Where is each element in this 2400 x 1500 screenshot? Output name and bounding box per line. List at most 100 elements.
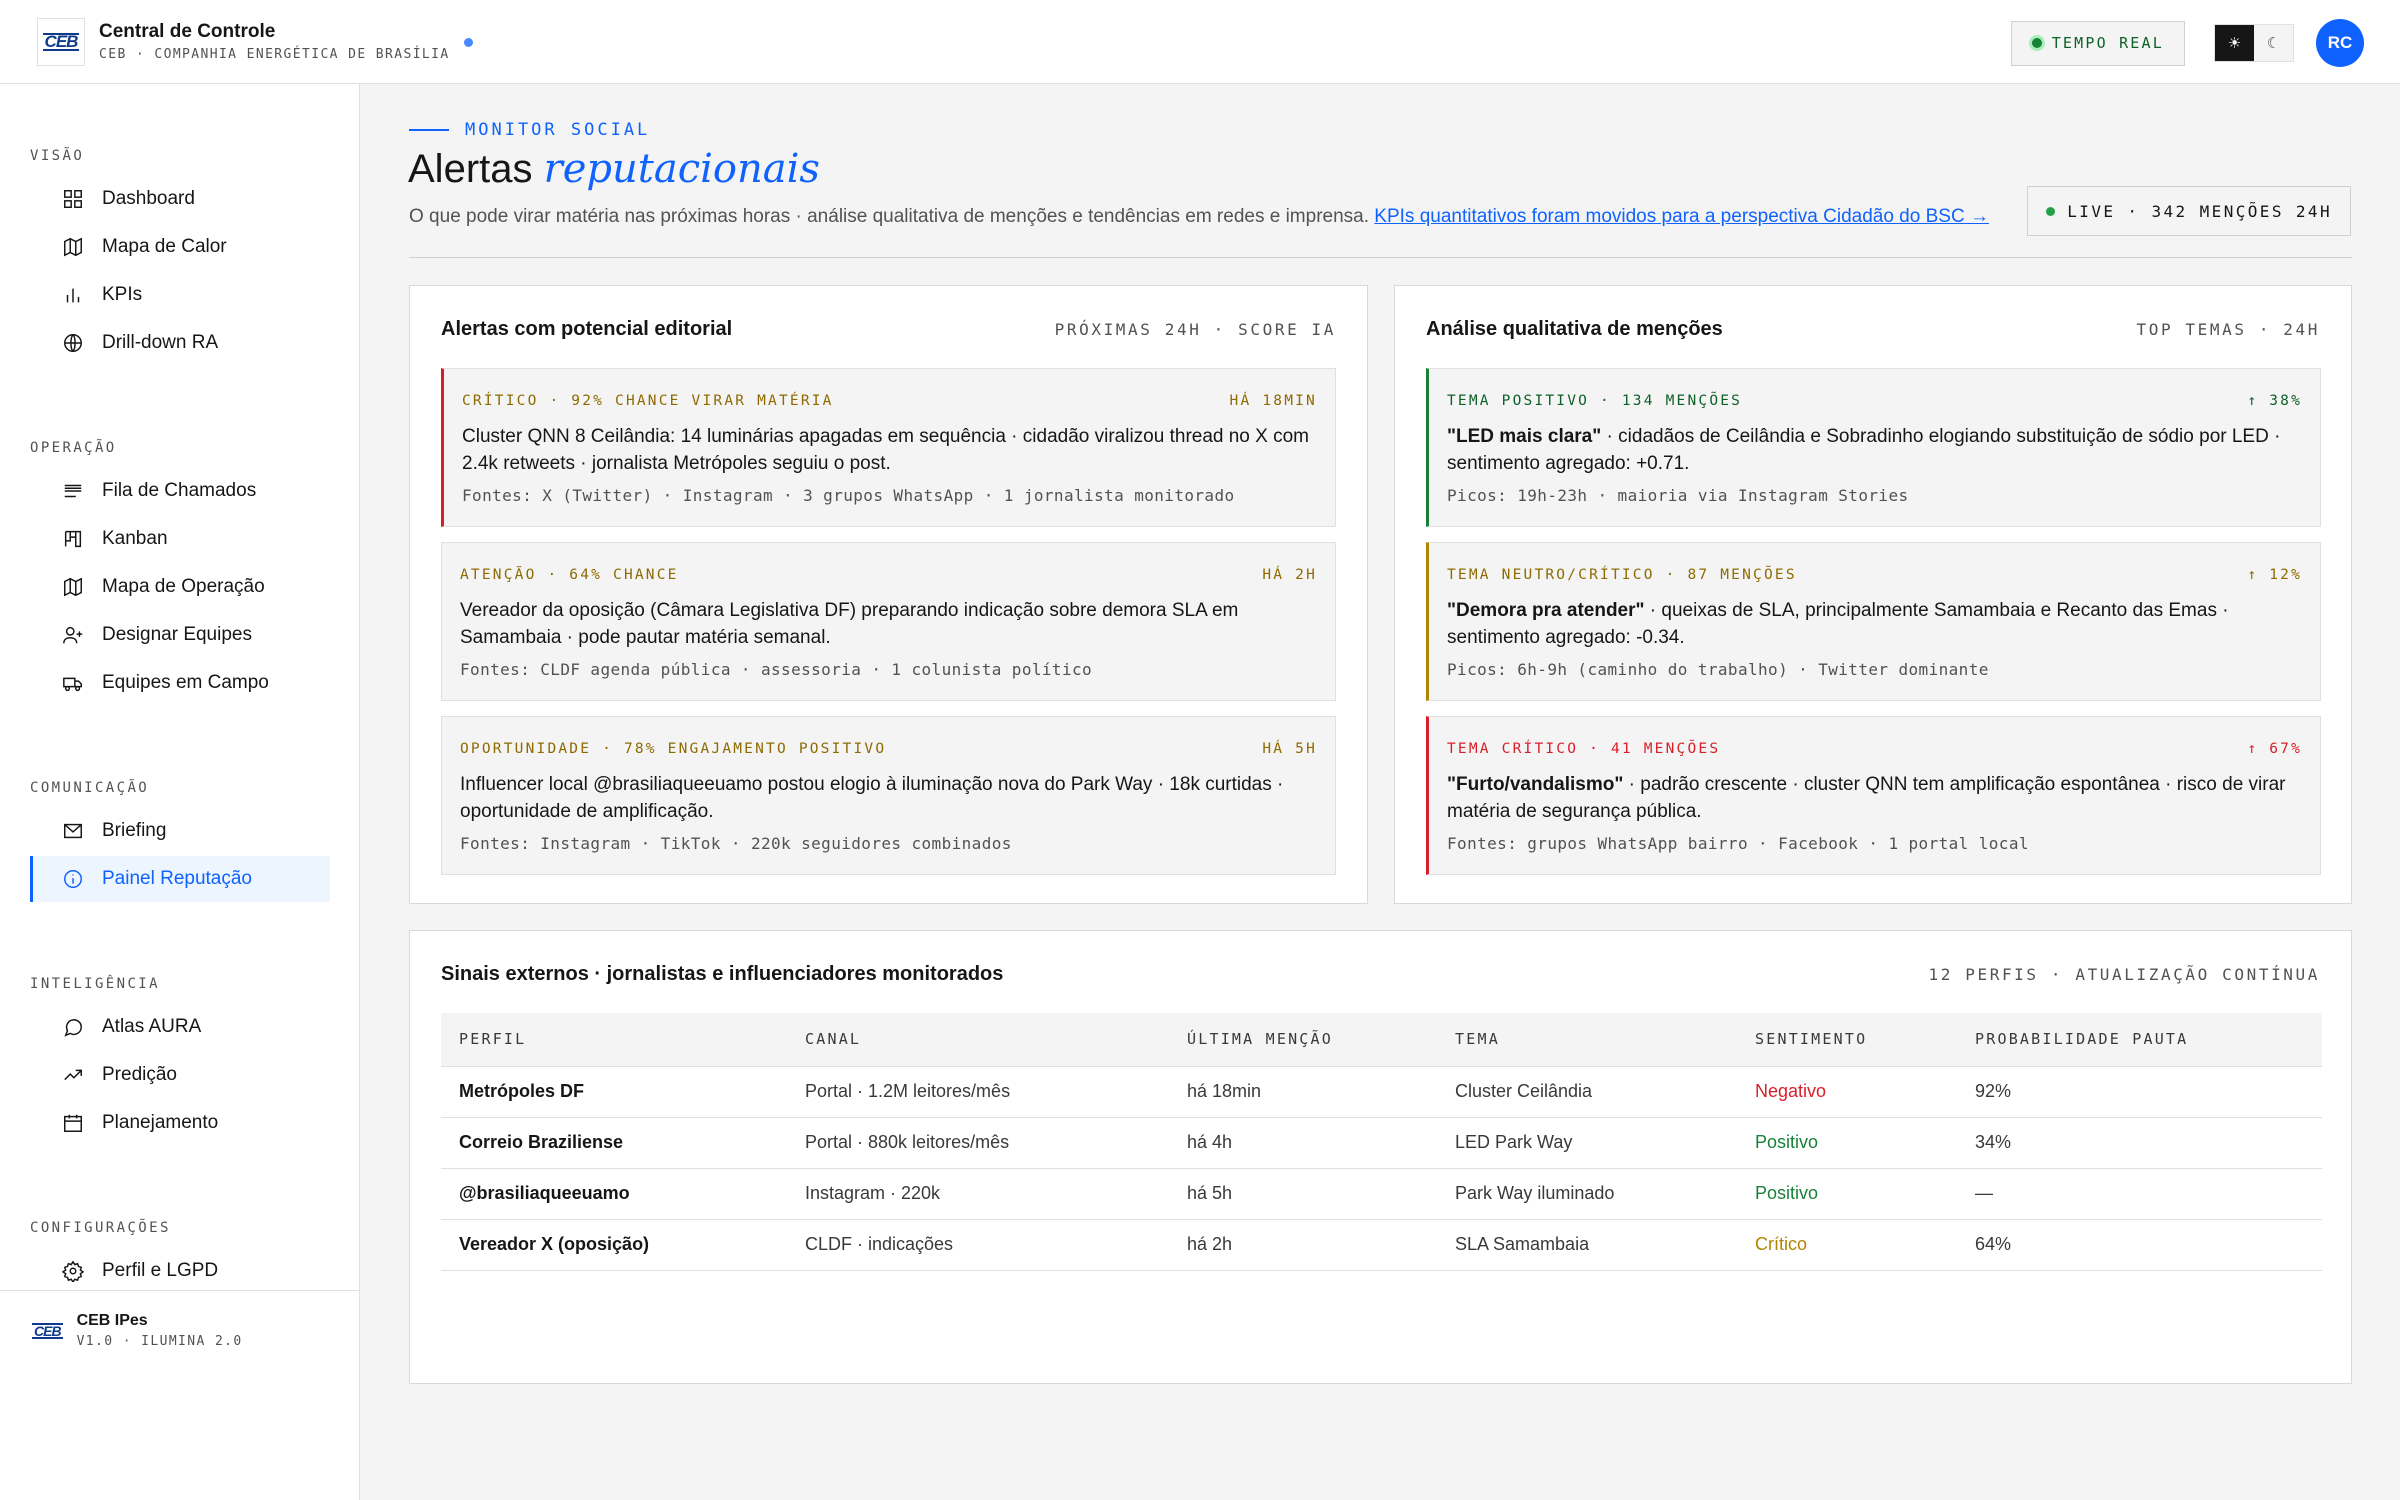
sidebar-item-label: Mapa de Operação: [102, 576, 265, 597]
cell-ultima: há 4h: [1169, 1117, 1437, 1169]
sidebar-item-label: Planejamento: [102, 1112, 219, 1133]
page-title-italic: reputacionais: [543, 146, 820, 192]
live-dot-icon: [2046, 206, 2056, 216]
alert-time: HÁ 5H: [1262, 741, 1317, 757]
sidebar-item-planejamento[interactable]: Planejamento: [30, 1100, 330, 1146]
kanban-icon: [64, 530, 82, 548]
eyebrow-label: MONITOR SOCIAL: [465, 120, 651, 140]
app-subtitle: CEB · COMPANHIA ENERGÉTICA DE BRASÍLIA: [99, 47, 450, 62]
moon-icon[interactable]: ☾: [2254, 25, 2293, 61]
cell-canal: Portal · 1.2M leitores/mês: [787, 1066, 1169, 1118]
sidebar-section-title: VISÃO: [30, 148, 85, 164]
sidebar-item-mapa-de-calor[interactable]: Mapa de Calor: [30, 224, 330, 270]
mention-theme-item[interactable]: TEMA POSITIVO · 134 MENÇÕES ↑ 38% "LED mai…: [1426, 368, 2321, 527]
logo-text: CEB: [42, 31, 80, 51]
sidebar-item-kanban[interactable]: Kanban: [30, 516, 330, 562]
sidebar-item-fila-de-chamados[interactable]: Fila de Chamados: [30, 468, 330, 514]
sun-icon[interactable]: ☀: [2215, 25, 2254, 61]
alert-body: Influencer local @brasiliaqueeuamo posto…: [460, 771, 1320, 825]
column-header[interactable]: ÚLTIMA MENÇÃO: [1169, 1013, 1437, 1067]
sidebar-item-atlas-aura[interactable]: Atlas AURA: [30, 1004, 330, 1050]
theme-quote: "Furto/vandalismo": [1447, 774, 1624, 795]
column-header[interactable]: SENTIMENTO: [1737, 1013, 1957, 1067]
sidebar-item-label: Atlas AURA: [102, 1016, 202, 1037]
alert-sources: Fontes: X (Twitter) · Instagram · 3 grup…: [462, 486, 1235, 505]
alert-item[interactable]: ATENÇÃO · 64% CHANCE HÁ 2H Vereador da opo…: [441, 542, 1336, 701]
realtime-indicator[interactable]: TEMPO REAL: [2010, 20, 2185, 66]
footer-version: V1.0 · ILUMINA 2.0: [76, 1334, 243, 1349]
brand[interactable]: CEB Central de Controle CEB · COMPANHIA …: [0, 17, 473, 66]
alert-body: "Furto/vandalismo" · padrão crescente · …: [1447, 771, 2307, 825]
theme-toggle: ☀ ☾: [2214, 24, 2294, 62]
sidebar-item-dashboard[interactable]: Dashboard: [30, 176, 330, 222]
alert-sources: Fontes: CLDF agenda pública · assessoria…: [460, 660, 1093, 679]
page-subtitle-text: O que pode virar matéria nas próximas ho…: [409, 206, 1370, 227]
cell-ultima: há 5h: [1169, 1168, 1437, 1220]
sidebar-item-label: Predição: [102, 1064, 177, 1085]
cell-prob: 92%: [1957, 1066, 2322, 1118]
alert-time: ↑ 12%: [2247, 567, 2302, 583]
cell-sentimento: Crítico: [1737, 1219, 1957, 1271]
mention-theme-item[interactable]: TEMA NEUTRO/CRÍTICO · 87 MENÇÕES ↑ 12% "De…: [1426, 542, 2321, 701]
sidebar-item-equipes-em-campo[interactable]: Equipes em Campo: [30, 660, 330, 706]
signals-card-title: Sinais externos · jornalistas e influenc…: [441, 963, 1004, 985]
mentions-card: Análise qualitativa de menções TOP TEMAS…: [1394, 285, 2352, 904]
column-header[interactable]: TEMA: [1437, 1013, 1737, 1067]
sidebar-item-designar-equipes[interactable]: Designar Equipes: [30, 612, 330, 658]
cell-ultima: há 18min: [1169, 1066, 1437, 1118]
avatar[interactable]: RC: [2316, 19, 2364, 67]
cell-ultima: há 2h: [1169, 1219, 1437, 1271]
alert-item[interactable]: OPORTUNIDADE · 78% ENGAJAMENTO POSITIVO H…: [441, 716, 1336, 875]
alert-time: ↑ 67%: [2247, 741, 2302, 757]
calendar-icon: [64, 1114, 82, 1132]
alert-body: Vereador da oposição (Câmara Legislativa…: [460, 597, 1320, 651]
alert-tag: ATENÇÃO · 64% CHANCE: [460, 567, 679, 583]
theme-quote: "LED mais clara": [1447, 426, 1602, 447]
column-header[interactable]: PERFIL: [441, 1013, 787, 1067]
table-row[interactable]: Vereador X (oposição) CLDF · indicações há…: [441, 1219, 2322, 1271]
sidebar-section-title: INTELIGÊNCIA: [30, 976, 160, 992]
table-row[interactable]: Correio Braziliense Portal · 880k leitore…: [441, 1117, 2322, 1169]
map-icon: [64, 577, 82, 597]
signals-table: PERFIL CANAL ÚLTIMA MENÇÃO TEMA SENTIMENTO PR…: [441, 1013, 2322, 1271]
bsc-link[interactable]: KPIs quantitativos foram movidos para a …: [1374, 206, 1989, 227]
sidebar-item-label: Painel Reputação: [102, 868, 252, 889]
info-icon: [64, 870, 82, 888]
theme-quote: "Demora pra atender": [1447, 600, 1645, 621]
sidebar-item-kpis[interactable]: KPIs: [30, 272, 330, 318]
page-title-plain: Alertas: [408, 147, 533, 191]
eyebrow: MONITOR SOCIAL: [409, 120, 650, 140]
sidebar-item-label: Dashboard: [102, 188, 195, 209]
grid-icon: [64, 190, 82, 208]
alert-time: HÁ 2H: [1262, 567, 1317, 583]
cell-sentimento: Negativo: [1737, 1066, 1957, 1118]
cell-perfil: @brasiliaqueeuamo: [441, 1168, 787, 1220]
sidebar-item-drill-down-ra[interactable]: Drill-down RA: [30, 320, 330, 366]
mentions-card-meta: TOP TEMAS · 24H: [2136, 320, 2320, 339]
alert-tag: CRÍTICO · 92% CHANCE VIRAR MATÉRIA: [462, 393, 834, 409]
sidebar-item-painel-reputa-o[interactable]: Painel Reputação: [30, 856, 330, 902]
sidebar-footer: CEB CEB IPes V1.0 · ILUMINA 2.0: [32, 1312, 243, 1349]
sidebar-item-mapa-de-opera-o[interactable]: Mapa de Operação: [30, 564, 330, 610]
alert-body: "LED mais clara" · cidadãos de Ceilândia…: [1447, 423, 2307, 477]
alert-sources: Picos: 19h-23h · maioria via Instagram S…: [1447, 486, 1909, 505]
table-row[interactable]: Metrópoles DF Portal · 1.2M leitores/mês h…: [441, 1066, 2322, 1118]
sidebar-item-label: Designar Equipes: [102, 624, 252, 645]
cell-tema: Park Way iluminado: [1437, 1168, 1737, 1220]
table-row[interactable]: @brasiliaqueeuamo Instagram · 220k há 5h Pa…: [441, 1168, 2322, 1220]
live-badge: LIVE · 342 MENÇÕES 24H: [2027, 186, 2351, 236]
alert-time: ↑ 38%: [2247, 393, 2302, 409]
alerts-card: Alertas com potencial editorial PRÓXIMAS…: [409, 285, 1368, 904]
column-header[interactable]: CANAL: [787, 1013, 1169, 1067]
sidebar-item-predi-o[interactable]: Predição: [30, 1052, 330, 1098]
sidebar-item-perfil-e-lgpd[interactable]: Perfil e LGPD: [30, 1248, 330, 1294]
mention-theme-item[interactable]: TEMA CRÍTICO · 41 MENÇÕES ↑ 67% "Furto/van…: [1426, 716, 2321, 875]
sidebar-item-briefing[interactable]: Briefing: [30, 808, 330, 854]
sidebar-item-label: Drill-down RA: [102, 332, 219, 353]
column-header[interactable]: PROBABILIDADE PAUTA: [1957, 1013, 2322, 1067]
cell-prob: 64%: [1957, 1219, 2322, 1271]
trend-icon: [64, 1069, 82, 1081]
sidebar-divider: [0, 1290, 359, 1291]
alert-item[interactable]: CRÍTICO · 92% CHANCE VIRAR MATÉRIA HÁ 18M…: [441, 368, 1336, 527]
alert-time: HÁ 18MIN: [1229, 393, 1317, 409]
